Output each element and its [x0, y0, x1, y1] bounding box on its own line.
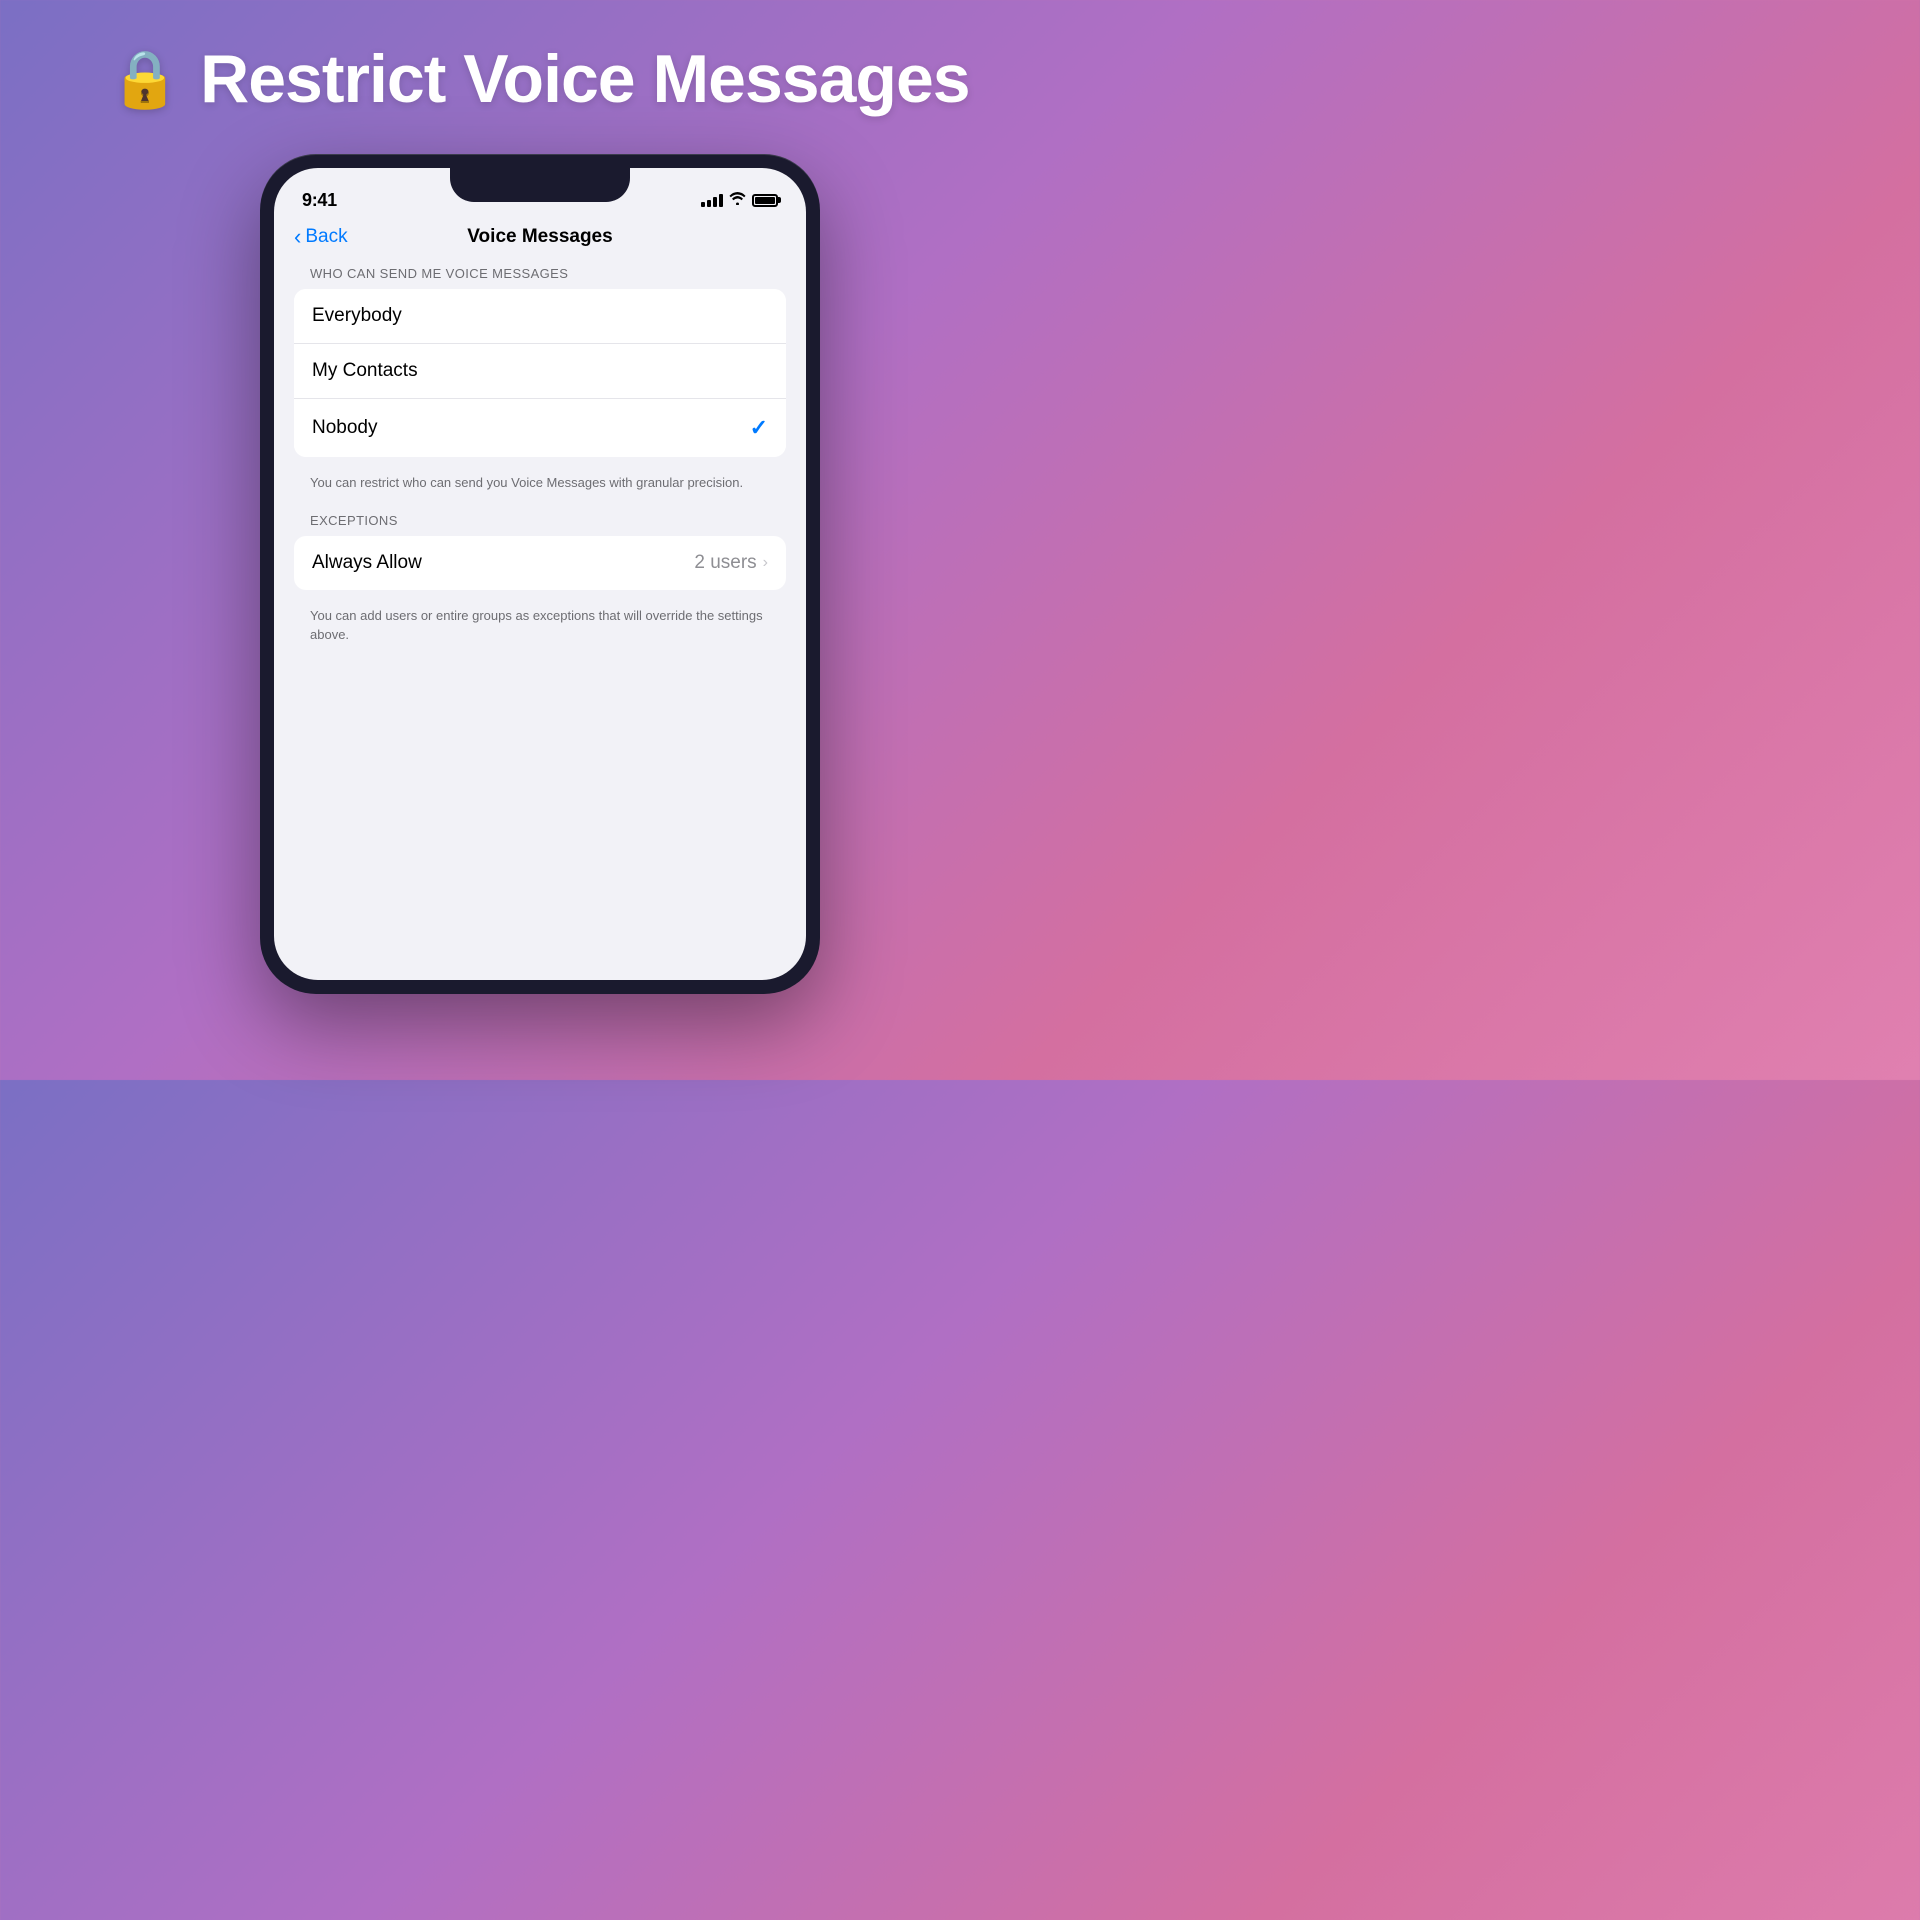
selected-checkmark-icon: ✓ [750, 415, 768, 441]
who-list-group: Everybody My Contacts Nobody ✓ [294, 289, 786, 457]
exceptions-list-group: Always Allow 2 users › [294, 536, 786, 590]
status-icons [701, 192, 778, 208]
always-allow-label: Always Allow [312, 552, 422, 574]
exceptions-section-label: EXCEPTIONS [294, 513, 786, 528]
wifi-icon [729, 192, 746, 208]
option-my-contacts[interactable]: My Contacts [294, 344, 786, 399]
back-button[interactable]: ‹ Back [294, 226, 348, 248]
option-nobody[interactable]: Nobody ✓ [294, 399, 786, 457]
who-section-label: WHO CAN SEND ME VOICE MESSAGES [294, 266, 786, 281]
nav-title: Voice Messages [467, 226, 612, 248]
status-time: 9:41 [302, 190, 337, 211]
phone-screen: 9:41 ‹ Bac [274, 168, 806, 980]
who-section-footer: You can restrict who can send you Voice … [294, 465, 786, 513]
lock-icon: 🔒 [110, 46, 180, 112]
everybody-label: Everybody [312, 305, 402, 327]
exceptions-section-footer: You can add users or entire groups as ex… [294, 598, 786, 665]
back-chevron-icon: ‹ [294, 226, 301, 248]
chevron-right-icon: › [763, 554, 768, 572]
battery-fill [755, 197, 775, 204]
always-allow-item[interactable]: Always Allow 2 users › [294, 536, 786, 590]
content-area: WHO CAN SEND ME VOICE MESSAGES Everybody… [274, 258, 806, 673]
phone-frame: 9:41 ‹ Bac [260, 154, 820, 994]
page-title: Restrict Voice Messages [200, 40, 969, 118]
always-allow-secondary: 2 users › [694, 552, 768, 574]
back-label[interactable]: Back [305, 226, 347, 248]
page-title-row: 🔒 Restrict Voice Messages [110, 40, 969, 118]
my-contacts-label: My Contacts [312, 360, 418, 382]
always-allow-count: 2 users [694, 552, 756, 574]
nobody-label: Nobody [312, 417, 378, 439]
nav-bar: ‹ Back Voice Messages [274, 218, 806, 258]
notch [450, 168, 630, 202]
signal-bars-icon [701, 193, 723, 207]
battery-icon [752, 194, 778, 207]
option-everybody[interactable]: Everybody [294, 289, 786, 344]
